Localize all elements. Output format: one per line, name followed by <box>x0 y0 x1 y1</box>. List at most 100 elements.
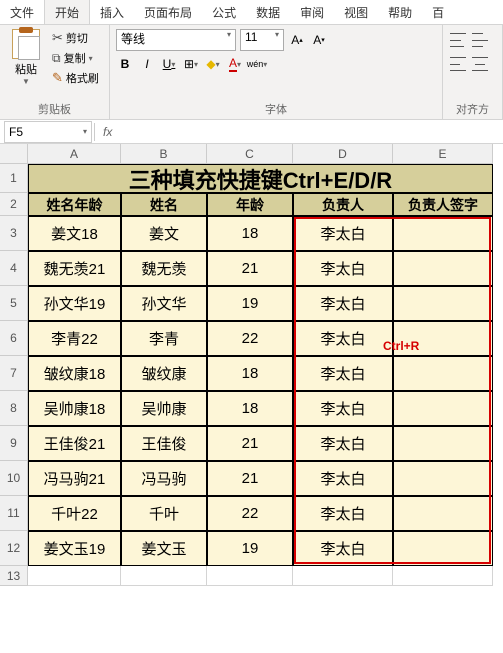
name-box[interactable]: F5 ▾ <box>4 121 92 143</box>
data-cell[interactable]: 姜文 <box>121 216 207 251</box>
menu-tab-9[interactable]: 百 <box>422 0 454 24</box>
header-cell[interactable]: 姓名年龄 <box>28 193 121 216</box>
bold-button[interactable]: B <box>116 53 134 75</box>
row-header-9[interactable]: 9 <box>0 426 28 461</box>
data-cell[interactable]: 王佳俊21 <box>28 426 121 461</box>
col-header-E[interactable]: E <box>393 144 493 164</box>
data-cell[interactable]: 李太白 <box>293 391 393 426</box>
underline-button[interactable]: U▾ <box>160 53 178 75</box>
data-cell[interactable]: 李太白 <box>293 426 393 461</box>
italic-button[interactable]: I <box>138 53 156 75</box>
row-header-10[interactable]: 10 <box>0 461 28 496</box>
data-cell[interactable]: 吴帅康18 <box>28 391 121 426</box>
font-family-select[interactable]: 等线 ▾ <box>116 29 236 51</box>
data-cell[interactable]: 魏无羡 <box>121 251 207 286</box>
data-cell[interactable] <box>393 426 493 461</box>
menu-tab-0[interactable]: 文件 <box>0 0 44 24</box>
data-cell[interactable]: 千叶 <box>121 496 207 531</box>
data-cell[interactable] <box>393 251 493 286</box>
increase-font-button[interactable]: A▴ <box>288 29 306 51</box>
align-left-button[interactable] <box>449 53 467 75</box>
data-cell[interactable]: 李太白 <box>293 461 393 496</box>
empty-cell[interactable] <box>293 566 393 586</box>
col-header-B[interactable]: B <box>121 144 207 164</box>
data-cell[interactable]: 李太白 <box>293 356 393 391</box>
font-size-select[interactable]: 11 ▾ <box>240 29 284 51</box>
empty-cell[interactable] <box>207 566 293 586</box>
row-header-11[interactable]: 11 <box>0 496 28 531</box>
row-header-6[interactable]: 6 <box>0 321 28 356</box>
row-header-7[interactable]: 7 <box>0 356 28 391</box>
paste-button[interactable]: 粘贴 ▼ <box>6 29 46 87</box>
data-cell[interactable] <box>393 286 493 321</box>
data-cell[interactable] <box>393 216 493 251</box>
row-header-1[interactable]: 1 <box>0 164 28 193</box>
data-cell[interactable]: 22 <box>207 321 293 356</box>
data-cell[interactable]: 魏无羡21 <box>28 251 121 286</box>
phonetic-button[interactable]: wén▾ <box>248 53 266 75</box>
row-header-3[interactable]: 3 <box>0 216 28 251</box>
row-header-8[interactable]: 8 <box>0 391 28 426</box>
row-header-4[interactable]: 4 <box>0 251 28 286</box>
data-cell[interactable]: 21 <box>207 251 293 286</box>
title-cell[interactable]: 三种填充快捷键Ctrl+E/D/R <box>28 164 493 193</box>
empty-cell[interactable] <box>121 566 207 586</box>
data-cell[interactable] <box>393 496 493 531</box>
data-cell[interactable]: 千叶22 <box>28 496 121 531</box>
data-cell[interactable]: 李青 <box>121 321 207 356</box>
empty-cell[interactable] <box>393 566 493 586</box>
menu-tab-5[interactable]: 数据 <box>246 0 290 24</box>
data-cell[interactable]: 21 <box>207 461 293 496</box>
data-cell[interactable]: 孙文华19 <box>28 286 121 321</box>
decrease-font-button[interactable]: A▾ <box>310 29 328 51</box>
data-cell[interactable]: 18 <box>207 216 293 251</box>
data-cell[interactable]: 19 <box>207 531 293 566</box>
row-header-13[interactable]: 13 <box>0 566 28 586</box>
menu-tab-3[interactable]: 页面布局 <box>134 0 202 24</box>
formula-input[interactable] <box>120 121 503 143</box>
data-cell[interactable]: 李太白 <box>293 531 393 566</box>
empty-cell[interactable] <box>28 566 121 586</box>
align-middle-button[interactable] <box>471 29 489 51</box>
data-cell[interactable]: 姜文18 <box>28 216 121 251</box>
data-cell[interactable]: 李太白 <box>293 251 393 286</box>
header-cell[interactable]: 负责人签字 <box>393 193 493 216</box>
col-header-C[interactable]: C <box>207 144 293 164</box>
data-cell[interactable]: 李太白 <box>293 321 393 356</box>
row-header-5[interactable]: 5 <box>0 286 28 321</box>
data-cell[interactable]: 姜文玉19 <box>28 531 121 566</box>
data-cell[interactable]: 皱纹康18 <box>28 356 121 391</box>
data-cell[interactable]: 21 <box>207 426 293 461</box>
data-cell[interactable] <box>393 461 493 496</box>
align-top-button[interactable] <box>449 29 467 51</box>
select-all-corner[interactable] <box>0 144 28 164</box>
data-cell[interactable] <box>393 321 493 356</box>
border-button[interactable]: ⊞▾ <box>182 53 200 75</box>
data-cell[interactable]: 22 <box>207 496 293 531</box>
data-cell[interactable]: 孙文华 <box>121 286 207 321</box>
header-cell[interactable]: 姓名 <box>121 193 207 216</box>
menu-tab-1[interactable]: 开始 <box>44 0 90 24</box>
menu-tab-6[interactable]: 审阅 <box>290 0 334 24</box>
format-painter-button[interactable]: ✎格式刷 <box>50 69 101 87</box>
row-header-12[interactable]: 12 <box>0 531 28 566</box>
data-cell[interactable]: 李太白 <box>293 216 393 251</box>
fx-label[interactable]: fx <box>95 125 120 139</box>
cut-button[interactable]: ✂剪切 <box>50 29 101 47</box>
menu-tab-8[interactable]: 帮助 <box>378 0 422 24</box>
data-cell[interactable]: 吴帅康 <box>121 391 207 426</box>
data-cell[interactable]: 18 <box>207 391 293 426</box>
data-cell[interactable]: 冯马驹21 <box>28 461 121 496</box>
cells-area[interactable]: 三种填充快捷键Ctrl+E/D/R姓名年龄姓名年龄负责人负责人签字姜文18姜文1… <box>28 164 493 586</box>
data-cell[interactable] <box>393 531 493 566</box>
copy-button[interactable]: ⧉复制▾ <box>50 49 101 67</box>
data-cell[interactable]: 李太白 <box>293 286 393 321</box>
data-cell[interactable]: 王佳俊 <box>121 426 207 461</box>
data-cell[interactable]: 李青22 <box>28 321 121 356</box>
align-center-button[interactable] <box>471 53 489 75</box>
data-cell[interactable]: 皱纹康 <box>121 356 207 391</box>
data-cell[interactable]: 冯马驹 <box>121 461 207 496</box>
col-header-D[interactable]: D <box>293 144 393 164</box>
data-cell[interactable]: 19 <box>207 286 293 321</box>
data-cell[interactable]: 18 <box>207 356 293 391</box>
